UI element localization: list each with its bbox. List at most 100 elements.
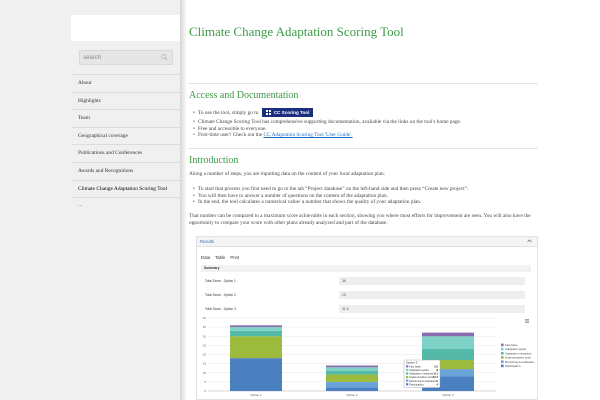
score-value: 31.5 (339, 305, 525, 313)
bar-segment (326, 370, 378, 375)
tooltip-label: Monitoring & evaluation: (409, 379, 437, 383)
y-tick-label: 40 (203, 316, 207, 320)
bar-segment (230, 325, 282, 328)
list-item: Free and accessible to everyone. (193, 126, 461, 133)
x-tick-label: Option 3 (442, 393, 454, 397)
results-header[interactable]: Results (197, 237, 537, 247)
bar-segment (230, 330, 282, 337)
summary-header: Summary (201, 265, 531, 272)
grid-icon (265, 110, 271, 116)
tooltip-title: Option 3 (406, 361, 418, 365)
y-tick-label: 30 (203, 334, 207, 338)
bar-segment (326, 374, 378, 382)
access-use-text: To use the tool, simply go to (198, 110, 259, 116)
tooltip-swatch (406, 365, 409, 368)
cc-scoring-tool-label: CC Scoring Tool (273, 110, 310, 116)
tab-table[interactable]: Table (215, 255, 225, 260)
intro-paragraph-2-line-2: opportunity to compare your score with o… (189, 219, 388, 226)
search-input[interactable] (80, 51, 160, 64)
page-title: Climate Change Adaptation Scoring Tool (189, 24, 404, 39)
y-tick-label: 10 (203, 371, 207, 375)
bar-segment (326, 387, 378, 391)
y-tick-label: 25 (203, 343, 207, 347)
tooltip-value: 5.5 (434, 364, 438, 368)
legend-swatch (501, 356, 504, 359)
score-label: Total Score - Option 1 (205, 279, 236, 283)
tab-data[interactable]: Data (201, 255, 210, 260)
score-row: Total Score - Option 2 15 (201, 290, 531, 300)
access-heading: Access and Documentation (189, 90, 299, 101)
results-tabs: Data Table Print (201, 255, 239, 260)
score-label: Total Score - Option 3 (205, 307, 236, 311)
sidebar-item-publications[interactable]: Publications and Conferences (71, 144, 180, 162)
y-tick-label: 0 (204, 389, 206, 393)
tooltip-swatch (406, 383, 409, 386)
tooltip-label: Adaptation measures: (409, 372, 435, 376)
divider (189, 148, 538, 149)
tooltip-label: Participation: (409, 382, 424, 386)
score-row: Total Score - Option 3 31.5 (201, 304, 531, 314)
bar-segment (326, 367, 378, 371)
user-guide-link[interactable]: CC Adaptation Scoring Tool 'User Guide'. (263, 132, 352, 138)
intro-list: To start that process you first need to … (193, 186, 468, 206)
y-tick-label: 20 (203, 353, 207, 357)
sidebar: About Highlights Team Geographical cover… (0, 0, 180, 400)
tooltip-value: 12.7 (433, 375, 439, 379)
bar-segment (422, 349, 474, 360)
bar-segment (326, 365, 378, 368)
sidebar-item-geographical-coverage[interactable]: Geographical coverage (71, 126, 180, 145)
sidebar-more[interactable]: ... (71, 202, 180, 208)
results-title: Results (200, 239, 214, 244)
y-tick-label: 5 (204, 380, 206, 384)
list-item: In the end, the tool calculates a numeri… (193, 199, 468, 206)
guide-prefix: First-time user? Check out the (198, 132, 263, 139)
sidebar-shadow (180, 0, 187, 400)
bar-segment (230, 358, 282, 391)
x-tick-label: Option 2 (346, 393, 358, 397)
legend-swatch (501, 352, 504, 355)
bar-segment (230, 327, 282, 331)
list-item: To start that process you first need to … (193, 186, 468, 193)
legend-swatch (501, 343, 504, 347)
score-row: Total Score - Option 1 36 (201, 276, 531, 286)
divider (189, 83, 538, 84)
sidebar-item-about[interactable]: About (71, 74, 180, 92)
intro-paragraph-2-line-1: That number can be compared to a maximum… (189, 213, 531, 219)
sidebar-divider (71, 197, 180, 199)
search-box[interactable] (79, 50, 173, 65)
tab-print[interactable]: Print (230, 255, 239, 260)
tooltip-swatch (406, 372, 409, 375)
list-item: To use the tool, simply go to CC Scoring… (193, 108, 461, 119)
results-chart: 0 5 10 15 20 25 30 35 40 Option 1 Option 2 Option 3… (203, 316, 535, 397)
bar-segment (422, 332, 474, 337)
legend-swatch (501, 347, 504, 351)
tooltip-label: Implementation tools: (409, 375, 434, 379)
chevron-up-icon[interactable] (527, 239, 532, 243)
introduction-heading: Introduction (189, 155, 239, 166)
bar-segment (326, 381, 378, 388)
sidebar-item-awards[interactable]: Awards and Recognitions (71, 161, 180, 180)
bar-segment (230, 336, 282, 359)
legend-swatch (501, 360, 504, 363)
access-list: To use the tool, simply go to CC Scoring… (193, 108, 461, 139)
legend-swatch (501, 364, 504, 368)
intro-paragraph: Along a number of steps, you are inputti… (189, 171, 385, 177)
tooltip-swatch (406, 368, 409, 371)
bar-segment (422, 336, 474, 350)
sidebar-nav: About Highlights Team Geographical cover… (71, 74, 180, 208)
search-icon[interactable] (161, 54, 168, 61)
y-tick-label: 15 (203, 362, 207, 366)
logo-area (71, 15, 180, 41)
legend-label: Participation (505, 364, 521, 368)
sidebar-item-team[interactable]: Team (71, 109, 180, 127)
list-item: First-time user? Check out the CC Adapta… (193, 132, 461, 139)
score-label: Total Score - Option 2 (205, 293, 236, 297)
score-value: 15 (339, 291, 525, 299)
cc-scoring-tool-button[interactable]: CC Scoring Tool (261, 108, 314, 118)
sidebar-item-scoring-tool[interactable]: Climate Change Adaptation Scoring Tool (71, 179, 180, 198)
y-tick-label: 35 (203, 325, 207, 329)
x-tick-label: Option 1 (250, 393, 262, 397)
sidebar-item-highlights[interactable]: Highlights (71, 91, 180, 110)
tooltip-label: Adaptation goals: (409, 368, 429, 372)
list-item: Climate Change Scoring Tool has comprehe… (193, 119, 461, 126)
